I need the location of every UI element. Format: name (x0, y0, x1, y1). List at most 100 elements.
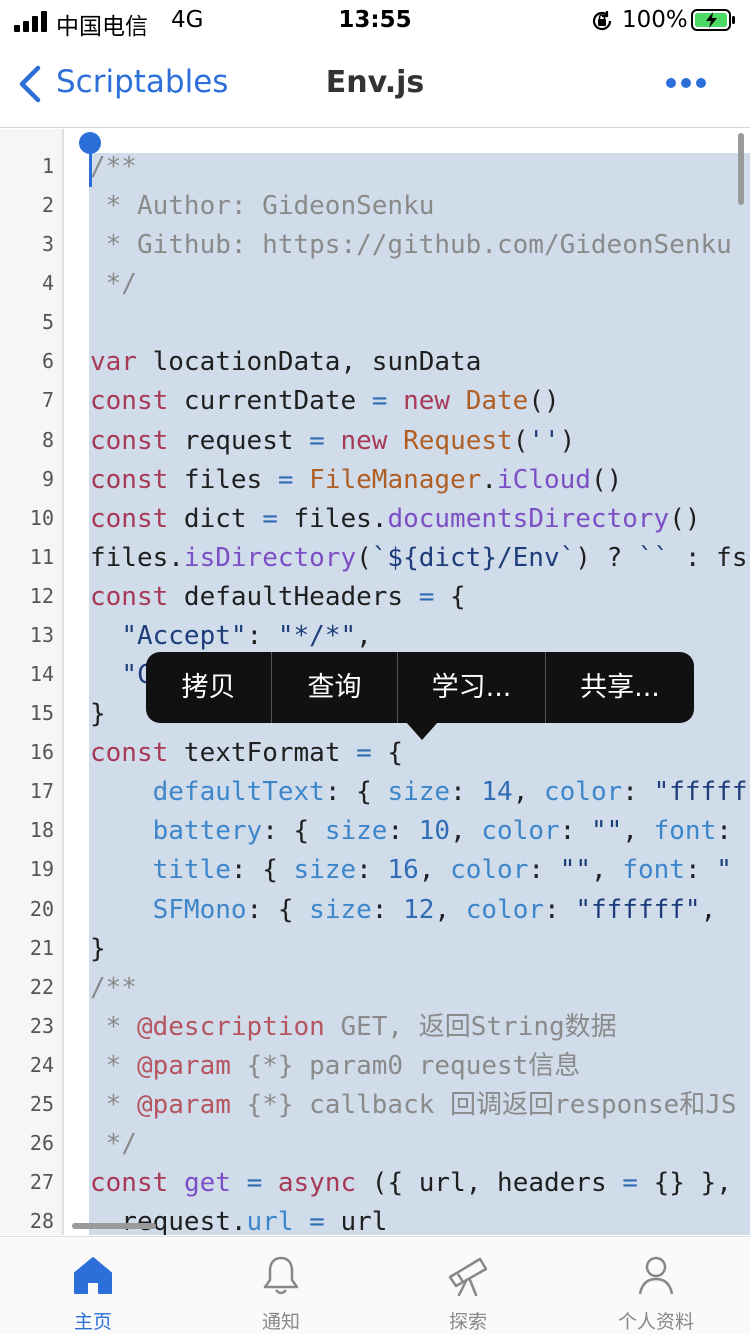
code-token: documentsDirectory (387, 503, 670, 534)
code-token: battery (152, 816, 263, 847)
code-token: color (544, 777, 623, 808)
code-line: const get = async ({ url, headers = {} }… (90, 1167, 750, 1199)
code-token: "ffffff" (575, 894, 701, 925)
home-icon (74, 1257, 112, 1294)
line-number: 8 (41, 427, 54, 452)
line-number: 21 (29, 935, 54, 960)
line-number: 25 (29, 1091, 54, 1116)
vertical-scrollbar[interactable] (738, 133, 744, 205)
context-menu-arrow (406, 722, 438, 740)
code-token: files (168, 464, 278, 495)
code-token: async (277, 1168, 357, 1199)
code-token: get (183, 1168, 231, 1199)
horizontal-scrollbar[interactable] (72, 1223, 156, 1229)
copy-menu-item[interactable]: 拷贝 (146, 652, 271, 723)
code-token: defaultHeaders (168, 581, 419, 612)
line-number: 20 (29, 896, 54, 921)
tab-explore[interactable]: 探索 (398, 1237, 538, 1334)
line-number: 13 (29, 622, 54, 647)
code-token: textFormat (168, 738, 357, 769)
learn-menu-item[interactable]: 学习... (398, 652, 545, 723)
code-token: const (90, 425, 169, 456)
code-token: request (168, 425, 310, 456)
code-token: * Author: GideonSenku (90, 191, 435, 222)
code-line: const currentDate = new Date() (90, 385, 750, 417)
code-token: = (262, 503, 278, 534)
share-menu-item[interactable]: 共享... (546, 652, 694, 723)
code-token: Request (403, 425, 513, 456)
code-line: */ (90, 268, 750, 300)
code-token: locationData, sunData (136, 347, 482, 378)
code-line: * Author: GideonSenku (90, 190, 750, 222)
code-token: : (246, 620, 278, 651)
code-token: : fs (669, 542, 748, 573)
code-token: () (669, 503, 701, 534)
code-token: color (481, 816, 560, 847)
line-number: 16 (29, 740, 54, 765)
code-token: color (465, 894, 545, 925)
code-token: , (356, 620, 372, 651)
tab-bar: 主页 通知 探索 个人资料 (0, 1236, 750, 1334)
code-token: , (418, 855, 451, 886)
line-number: 26 (29, 1131, 54, 1155)
telescope-icon (448, 1257, 488, 1297)
tab-notifications[interactable]: 通知 (211, 1237, 351, 1334)
code-token: : { (246, 894, 310, 925)
code-token: "" (559, 855, 591, 886)
code-token: ) (559, 425, 576, 456)
code-token: . (481, 464, 498, 495)
code-token: * (90, 1011, 137, 1042)
more-options-button[interactable] (664, 76, 708, 90)
code-token: currentDate (168, 386, 372, 417)
tab-home[interactable]: 主页 (23, 1237, 163, 1334)
code-token: const (90, 503, 169, 534)
code-line: const request = new Request('') (90, 425, 750, 457)
line-number: 14 (29, 662, 54, 687)
tab-profile-label: 个人资料 (617, 1311, 694, 1333)
code-line: */ (90, 1128, 750, 1160)
selection-handle[interactable] (79, 132, 101, 154)
line-number: 22 (29, 974, 54, 999)
code-token: : (622, 777, 654, 808)
code-token: "fffff (653, 777, 748, 808)
lookup-menu-item[interactable]: 查询 (272, 652, 397, 723)
code-line: var locationData, sunData (90, 346, 750, 378)
code-token: const (90, 738, 169, 769)
code-line: /** (90, 151, 750, 183)
code-token: : { (262, 816, 325, 847)
line-number-gutter: 1 2 3 4 5 6 7 8 9 10 11 12 13 14 15 16 17 18 19 20 21 22 23 24 2… (0, 129, 64, 1235)
code-line: * Github: https://github.com/GideonSenku (90, 229, 750, 261)
code-line: defaultText: { size: 14, color: "fffff (90, 776, 750, 808)
tab-profile[interactable]: 个人资料 (586, 1237, 726, 1334)
battery-icon (691, 9, 735, 31)
code-token: */ (90, 269, 137, 300)
code-token: * (90, 1050, 137, 1081)
person-icon (638, 1256, 674, 1295)
code-token: () (590, 464, 623, 495)
code-token: { (371, 738, 404, 769)
line-number: 1 (41, 154, 54, 178)
code-token: size (293, 855, 357, 886)
code-line: const defaultHeaders = { (90, 581, 750, 613)
code-token: files. (277, 503, 388, 534)
line-number: 4 (41, 271, 54, 296)
selection-caret[interactable] (89, 151, 92, 187)
code-token: const (90, 581, 169, 612)
code-token: = (309, 1207, 325, 1235)
code-token: new (340, 425, 388, 456)
line-number: 17 (29, 779, 54, 804)
code-line: files.isDirectory(`${dict}/Env`) ? `` : … (90, 542, 750, 574)
battery-percent: 100% (622, 7, 688, 33)
code-token: size (324, 816, 388, 847)
line-number: 2 (41, 193, 54, 218)
code-token: : (371, 894, 404, 925)
code-token: , (700, 894, 732, 925)
code-token: @param (136, 1050, 231, 1081)
code-token: color (450, 855, 529, 886)
code-token: var (90, 347, 137, 378)
